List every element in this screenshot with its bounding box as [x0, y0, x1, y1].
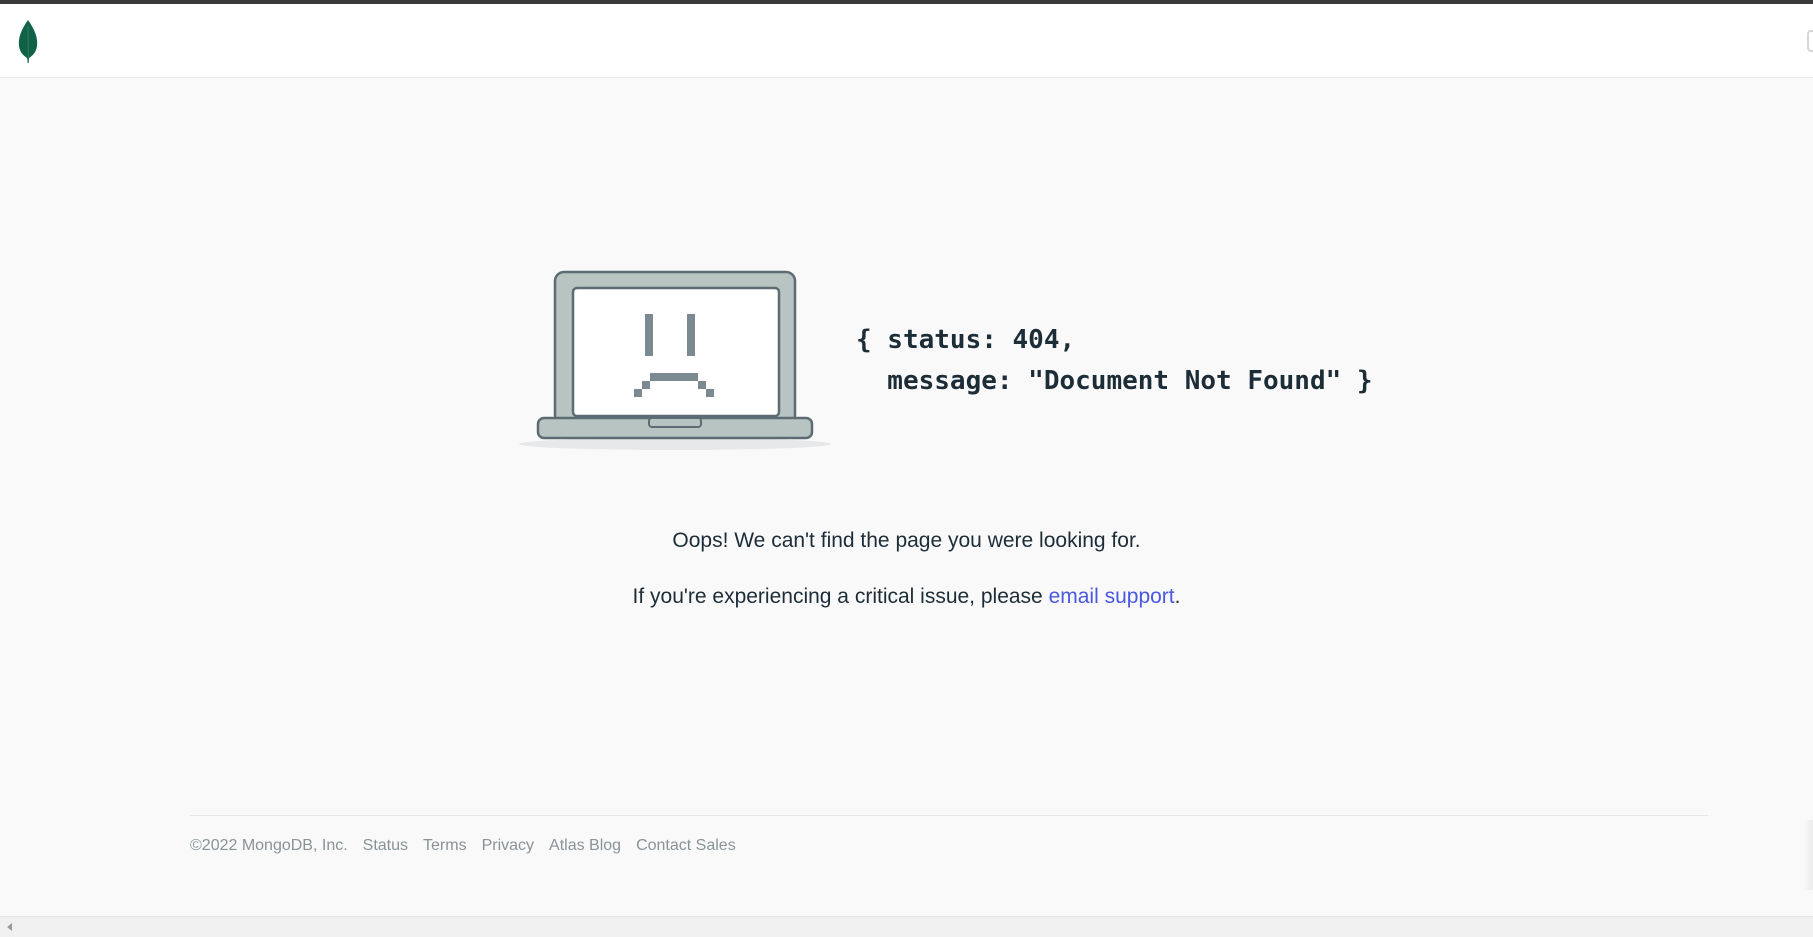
- error-code-block: { status: 404, message: "Document Not Fo…: [856, 320, 1373, 402]
- footer: ©2022 MongoDB, Inc. Status Terms Privacy…: [190, 836, 751, 856]
- top-navigation-bar: [0, 4, 1813, 78]
- footer-link-contact-sales[interactable]: Contact Sales: [636, 837, 736, 855]
- footer-copyright: ©2022 MongoDB, Inc.: [190, 837, 348, 854]
- not-found-message: Oops! We can't find the page you were lo…: [672, 529, 1141, 552]
- footer-link-atlas-blog[interactable]: Atlas Blog: [549, 837, 621, 855]
- error-code-line-2: message: "Document Not Found" }: [856, 366, 1373, 396]
- horizontal-scrollbar[interactable]: [0, 916, 1813, 937]
- scroll-left-arrow-icon[interactable]: [7, 923, 12, 931]
- corner-button-edge[interactable]: [1807, 30, 1813, 52]
- sad-laptop-icon: [519, 270, 831, 450]
- error-code-line-1: { status: 404,: [856, 325, 1076, 355]
- support-message-prefix: If you're experiencing a critical issue,…: [632, 585, 1049, 608]
- error-hero: { status: 404, message: "Document Not Fo…: [518, 266, 1388, 456]
- edge-widget-shadow: [1803, 820, 1813, 890]
- support-message-suffix: .: [1174, 585, 1181, 608]
- support-message: If you're experiencing a critical issue,…: [0, 585, 1813, 609]
- footer-link-terms[interactable]: Terms: [423, 837, 467, 855]
- footer-divider: [190, 815, 1708, 816]
- mongodb-leaf-icon[interactable]: [16, 18, 40, 64]
- footer-link-status[interactable]: Status: [363, 837, 408, 855]
- email-support-link[interactable]: email support: [1049, 585, 1175, 608]
- footer-link-privacy[interactable]: Privacy: [482, 837, 534, 855]
